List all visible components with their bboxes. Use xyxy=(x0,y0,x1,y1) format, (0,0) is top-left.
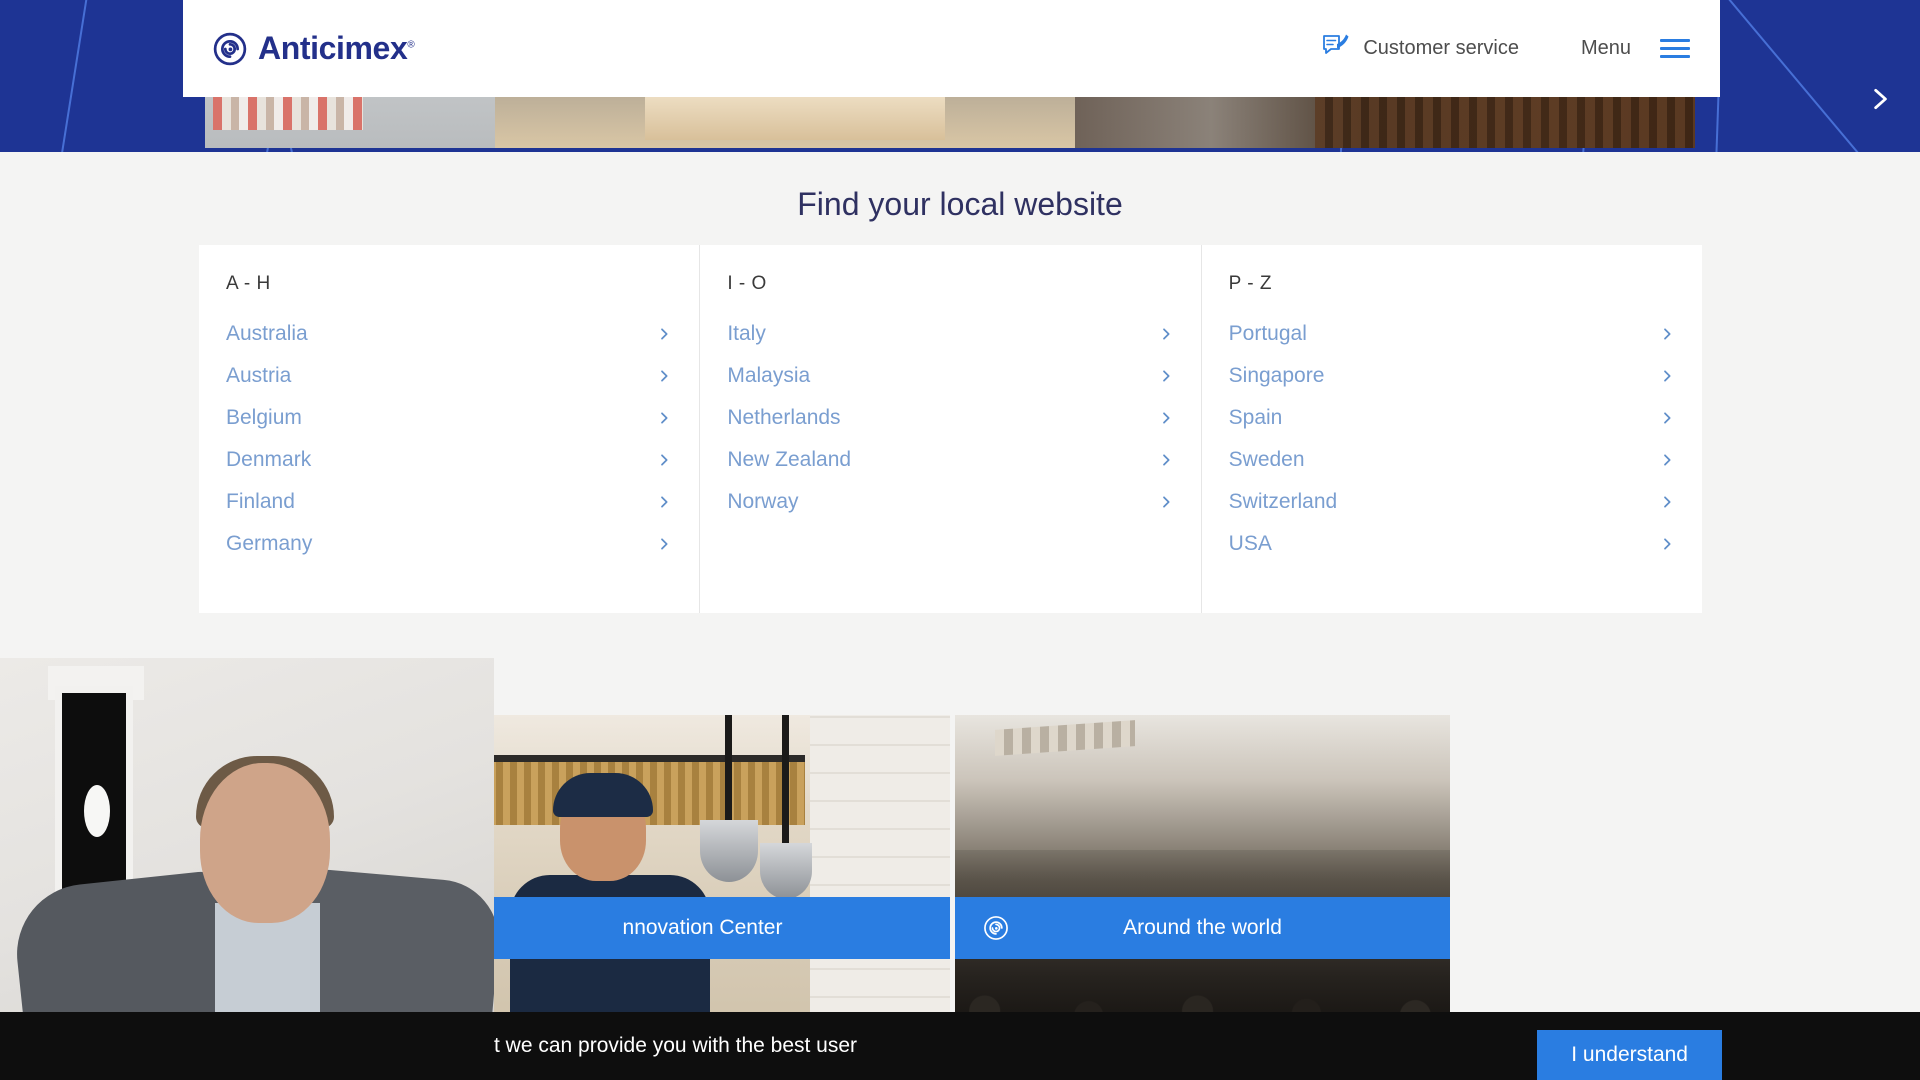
column-heading: I - O xyxy=(727,273,767,294)
chevron-right-icon xyxy=(1158,410,1174,426)
promo-card-label: nnovation Center xyxy=(622,916,783,939)
chevron-right-icon xyxy=(1659,326,1675,342)
country-label: Netherlands xyxy=(727,406,841,429)
anticimex-spiral-logo-icon xyxy=(983,915,1009,941)
decorative-diagonal-line xyxy=(38,0,92,152)
country-label: Singapore xyxy=(1228,364,1325,387)
country-link-italy[interactable]: Italy xyxy=(727,313,1173,355)
country-label: USA xyxy=(1228,532,1272,555)
chevron-right-icon xyxy=(1158,326,1174,342)
country-label: Norway xyxy=(727,490,799,513)
country-column-i-o: I - O Italy Malaysia Netherlands New Zea… xyxy=(699,245,1200,613)
chevron-right-icon xyxy=(1659,410,1675,426)
country-column-p-z: P - Z Portugal Singapore Spain Sweden Sw… xyxy=(1200,245,1702,613)
country-label: Sweden xyxy=(1228,448,1305,471)
decorative-awning xyxy=(995,720,1135,756)
logo-wordmark-text: Anticimex xyxy=(258,30,408,66)
country-label: Austria xyxy=(226,364,292,387)
customer-service-label: Customer service xyxy=(1363,37,1519,59)
promo-card-label-bar[interactable]: Around the world xyxy=(955,897,1450,959)
promo-card-label: Around the world xyxy=(1123,916,1282,939)
anticimex-spiral-logo-icon xyxy=(213,32,247,66)
country-link-usa[interactable]: USA xyxy=(1229,523,1675,565)
chevron-right-icon xyxy=(656,452,672,468)
cookie-consent-banner: t we can provide you with the best user … xyxy=(0,1012,1920,1080)
site-header: Anticimex® Customer service Menu xyxy=(183,0,1720,97)
chevron-right-icon xyxy=(1659,452,1675,468)
chevron-right-icon xyxy=(1659,536,1675,552)
chevron-right-icon xyxy=(656,326,672,342)
country-label: Germany xyxy=(226,532,313,555)
site-logo[interactable]: Anticimex® xyxy=(213,30,415,67)
chevron-right-icon xyxy=(1158,494,1174,510)
menu-button[interactable]: Menu xyxy=(1581,37,1690,60)
decorative-diagonal-line xyxy=(1720,0,1920,152)
country-link-switzerland[interactable]: Switzerland xyxy=(1229,481,1675,523)
chat-phone-icon xyxy=(1322,33,1350,64)
country-column-a-h: A - H Australia Austria Belgium Denmark xyxy=(199,245,699,613)
customer-service-link[interactable]: Customer service xyxy=(1322,33,1519,64)
country-link-belgium[interactable]: Belgium xyxy=(226,397,672,439)
country-link-portugal[interactable]: Portugal xyxy=(1229,313,1675,355)
menu-label: Menu xyxy=(1580,37,1631,59)
i-understand-button[interactable]: I understand xyxy=(1537,1030,1722,1080)
decorative-heat-lamp xyxy=(760,843,812,899)
chevron-right-icon xyxy=(656,494,672,510)
decorative-person-cap xyxy=(553,773,653,817)
country-link-finland[interactable]: Finland xyxy=(226,481,672,523)
country-link-australia[interactable]: Australia xyxy=(226,313,672,355)
hamburger-bar xyxy=(1660,55,1690,58)
chevron-right-icon xyxy=(1659,494,1675,510)
chevron-right-icon xyxy=(1659,368,1675,384)
hamburger-icon[interactable] xyxy=(1660,39,1690,58)
country-link-malaysia[interactable]: Malaysia xyxy=(727,355,1173,397)
column-heading: P - Z xyxy=(1228,273,1272,294)
decorative-lamp-cord xyxy=(782,715,789,847)
country-link-norway[interactable]: Norway xyxy=(727,481,1173,523)
country-label: Portugal xyxy=(1228,322,1307,345)
country-label: Malaysia xyxy=(727,364,811,387)
decorative-heat-lamp xyxy=(700,820,758,882)
header-actions: Customer service Menu xyxy=(1322,33,1690,64)
country-link-spain[interactable]: Spain xyxy=(1229,397,1675,439)
country-label: Switzerland xyxy=(1228,490,1338,513)
country-label: New Zealand xyxy=(727,448,852,471)
country-link-germany[interactable]: Germany xyxy=(226,523,672,565)
logo-trademark: ® xyxy=(407,39,415,51)
country-label: Denmark xyxy=(226,448,312,471)
chevron-right-icon xyxy=(1158,452,1174,468)
country-label: Australia xyxy=(226,322,308,345)
chevron-right-icon xyxy=(656,368,672,384)
column-heading: A - H xyxy=(226,273,271,294)
country-link-austria[interactable]: Austria xyxy=(226,355,672,397)
hamburger-bar xyxy=(1660,47,1690,50)
country-label: Spain xyxy=(1228,406,1283,429)
country-label: Finland xyxy=(226,490,295,513)
chevron-right-icon xyxy=(656,410,672,426)
decorative-lamp-cord xyxy=(725,715,732,825)
promo-card-label-bar[interactable]: nnovation Center xyxy=(455,897,950,959)
logo-wordmark: Anticimex® xyxy=(258,30,415,67)
chevron-right-icon xyxy=(1158,368,1174,384)
country-label: Italy xyxy=(727,322,766,345)
hamburger-bar xyxy=(1660,39,1690,42)
country-selector-panel: A - H Australia Austria Belgium Denmark xyxy=(199,245,1702,613)
country-link-singapore[interactable]: Singapore xyxy=(1229,355,1675,397)
chevron-right-icon xyxy=(656,536,672,552)
country-link-new-zealand[interactable]: New Zealand xyxy=(727,439,1173,481)
country-link-sweden[interactable]: Sweden xyxy=(1229,439,1675,481)
country-link-netherlands[interactable]: Netherlands xyxy=(727,397,1173,439)
country-link-denmark[interactable]: Denmark xyxy=(226,439,672,481)
decorative-person-head xyxy=(200,763,330,923)
page-title: Find your local website xyxy=(797,186,1123,222)
cookie-banner-text: t we can provide you with the best user xyxy=(494,1034,858,1057)
country-label: Belgium xyxy=(226,406,302,429)
carousel-next-chevron-right-icon[interactable] xyxy=(1867,86,1893,112)
